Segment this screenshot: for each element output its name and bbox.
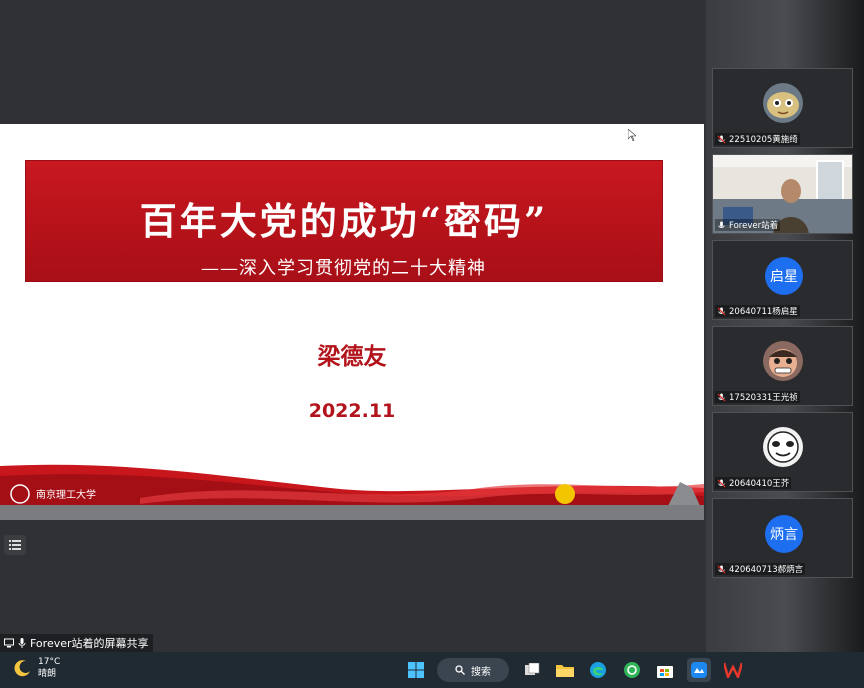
speaker-name: 梁德友 bbox=[317, 344, 387, 370]
slide-subtitle: ——深入学习贯彻党的二十大精神 bbox=[201, 258, 486, 279]
party-emblem-icon bbox=[555, 484, 575, 504]
weather-widget[interactable]: 17°C 晴朗 bbox=[14, 656, 60, 680]
microphone-muted-icon bbox=[717, 306, 726, 316]
microphone-icon bbox=[18, 638, 26, 648]
participant-label: 20640410王芥 bbox=[715, 477, 792, 489]
participant-tile[interactable]: 炳言 420640713郝炳言 bbox=[712, 498, 853, 578]
microphone-muted-icon bbox=[717, 478, 726, 488]
microphone-muted-icon bbox=[717, 134, 726, 144]
participant-tile[interactable]: 22510205黄施绮 bbox=[712, 68, 853, 148]
screen-share-icon bbox=[4, 638, 14, 648]
task-view-icon bbox=[525, 663, 540, 675]
participant-tile[interactable]: 20640410王芥 bbox=[712, 412, 853, 492]
taskbar-search[interactable]: 搜索 bbox=[437, 658, 509, 682]
participant-name: 17520331王光祯 bbox=[729, 393, 798, 403]
participant-name: 22510205黄施绮 bbox=[729, 135, 798, 145]
slide-date: 2022.11 bbox=[308, 400, 396, 422]
folder-icon bbox=[556, 665, 574, 677]
participant-avatar bbox=[763, 83, 803, 123]
app-green-button[interactable] bbox=[620, 658, 644, 682]
store-bag-icon bbox=[657, 666, 673, 678]
meeting-window: 百年大党的成功“密码” ——深入学习贯彻党的二十大精神 梁德友 2022.11 … bbox=[0, 0, 864, 688]
meeting-app-icon bbox=[691, 662, 707, 678]
slide-title: 百年大党的成功“密码” bbox=[139, 199, 549, 243]
edge-icon bbox=[590, 662, 606, 678]
microphone-icon bbox=[718, 220, 725, 228]
search-label: 搜索 bbox=[471, 666, 491, 678]
participant-label: 20640711杨启星 bbox=[715, 305, 800, 317]
meeting-app-button[interactable] bbox=[687, 658, 711, 682]
participant-label: Forever站着 bbox=[715, 219, 781, 231]
participant-name: 420640713郝炳言 bbox=[729, 565, 804, 575]
participant-label: 22510205黄施绮 bbox=[715, 133, 800, 145]
slide-bottom-bar bbox=[0, 505, 704, 520]
microphone-muted-icon bbox=[717, 392, 726, 402]
cartoon-face-avatar-icon bbox=[763, 341, 803, 381]
participant-tile[interactable]: 启星 20640711杨启星 bbox=[712, 240, 853, 320]
title-banner: 百年大党的成功“密码” ——深入学习贯彻党的二十大精神 bbox=[25, 160, 663, 282]
moon-icon bbox=[14, 660, 30, 677]
screen-share-status: Forever站着的屏幕共享 bbox=[0, 634, 153, 652]
participant-name: Forever站着 bbox=[729, 221, 779, 231]
participant-label: 420640713郝炳言 bbox=[715, 563, 806, 575]
weather-condition: 晴朗 bbox=[38, 669, 57, 679]
panda-meme-avatar-icon bbox=[763, 427, 803, 467]
share-status-text: Forever站着的屏幕共享 bbox=[30, 637, 149, 650]
windows-logo-icon bbox=[408, 662, 424, 678]
mouse-cursor-icon bbox=[628, 129, 636, 141]
participant-tile-video[interactable]: Forever站着 bbox=[712, 154, 853, 234]
cartoon-cat-avatar-icon bbox=[763, 83, 803, 123]
temperature: 17°C bbox=[38, 657, 61, 667]
file-explorer-button[interactable] bbox=[553, 658, 577, 682]
task-view-button[interactable] bbox=[520, 658, 544, 682]
participant-avatar bbox=[763, 341, 803, 381]
red-ribbon-decoration: 南京理工大学 bbox=[0, 464, 704, 508]
list-toggle-button[interactable] bbox=[4, 535, 26, 555]
microphone-muted-icon bbox=[717, 564, 726, 574]
search-icon bbox=[455, 665, 465, 675]
start-button[interactable] bbox=[404, 658, 428, 682]
participant-avatar: 启星 bbox=[765, 257, 803, 295]
participant-label: 17520331王光祯 bbox=[715, 391, 800, 403]
participant-name: 20640711杨启星 bbox=[729, 307, 798, 317]
participant-avatar bbox=[763, 427, 803, 467]
store-button[interactable] bbox=[653, 658, 677, 682]
participant-avatar: 炳言 bbox=[765, 515, 803, 553]
refresh-app-icon bbox=[624, 662, 640, 678]
wps-w-icon bbox=[724, 662, 742, 678]
wps-office-button[interactable] bbox=[721, 658, 745, 682]
weather-text: 17°C 晴朗 bbox=[38, 656, 60, 680]
participant-name: 20640410王芥 bbox=[729, 479, 790, 489]
svg-text:南京理工大学: 南京理工大学 bbox=[36, 488, 96, 501]
edge-browser-button[interactable] bbox=[586, 658, 610, 682]
list-icon bbox=[9, 540, 21, 550]
participant-tile[interactable]: 17520331王光祯 bbox=[712, 326, 853, 406]
